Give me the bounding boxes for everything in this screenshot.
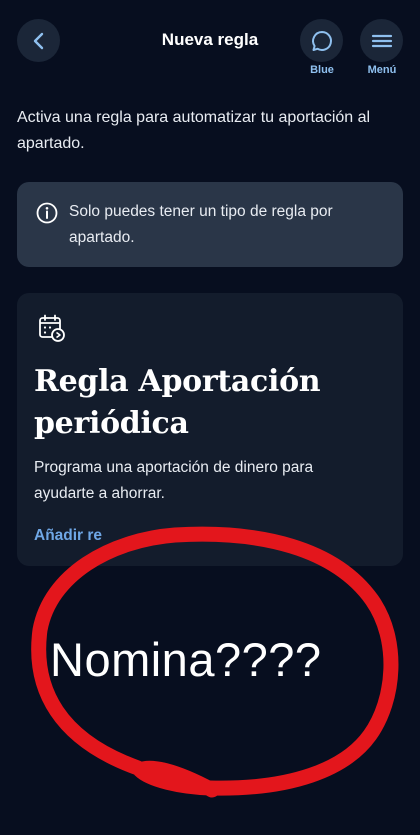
rule-description: Programa una aportación de dinero para a… [34, 459, 314, 502]
rule-card-periodic-contribution[interactable]: Regla Aportación periódica Programa una … [17, 293, 403, 566]
rule-title: Regla Aportación periódica [34, 364, 321, 441]
info-banner: Solo puedes tener un tipo de regla por a… [17, 182, 403, 267]
intro-text: Activa una regla para automatizar tu apo… [17, 109, 371, 152]
blue-button-label[interactable]: Blue [292, 64, 352, 76]
add-rule-link[interactable]: Añadir re [34, 527, 102, 545]
info-text: Solo puedes tener un tipo de regla por a… [69, 203, 333, 246]
hamburger-menu-icon [371, 34, 392, 47]
menu-button-label[interactable]: Menú [352, 64, 412, 76]
info-icon [36, 202, 58, 224]
blue-assistant-button[interactable] [300, 19, 343, 62]
chat-bubble-icon [311, 30, 332, 51]
menu-button[interactable] [360, 19, 403, 62]
annotation-text: Nomina???? [50, 633, 322, 686]
calendar-icon [39, 314, 65, 342]
page-title: Nueva regla [161, 30, 259, 49]
